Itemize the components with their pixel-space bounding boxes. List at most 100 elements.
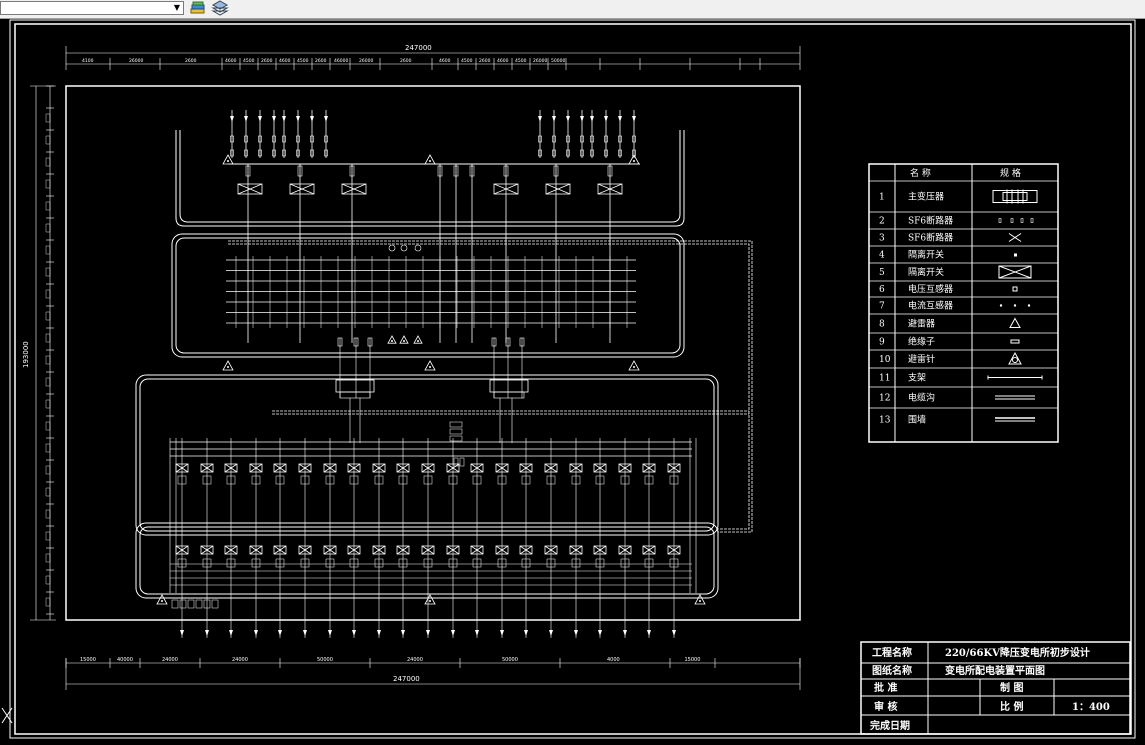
line-arrow bbox=[538, 116, 542, 122]
bottom-dim-label: 50000 bbox=[502, 657, 518, 663]
legend-row-name: 围墙 bbox=[908, 414, 926, 426]
scale-value: 1：400 bbox=[1072, 702, 1110, 713]
line-arrow bbox=[230, 116, 234, 122]
overall-width-label-bottom: 247000 bbox=[393, 675, 420, 683]
line-arrow bbox=[244, 116, 248, 122]
legend-row-name: 电流互感器 bbox=[908, 300, 953, 312]
top-dim-label: 4500 bbox=[515, 58, 527, 64]
legend-row-name: 绝缘子 bbox=[908, 336, 935, 348]
bottom-dim-label: 50000 bbox=[317, 657, 333, 663]
transformer-symbol bbox=[992, 189, 1038, 204]
three-dots-symbol bbox=[999, 304, 1031, 307]
project-name-label: 工程名称 bbox=[872, 646, 912, 659]
line-symbol bbox=[987, 375, 1043, 380]
bottom-dim-label: 15000 bbox=[685, 657, 701, 663]
top-dim-label: 26000 bbox=[533, 58, 547, 64]
outgoing-arrow bbox=[254, 630, 258, 636]
layer-combo-box[interactable]: ▼ bbox=[0, 1, 184, 15]
outgoing-arrow bbox=[647, 630, 651, 636]
top-dim-label: 2600 bbox=[185, 58, 197, 64]
outgoing-arrow bbox=[549, 630, 553, 636]
substation-equipment bbox=[156, 110, 706, 638]
completion-date-label: 完成日期 bbox=[870, 719, 910, 732]
outgoing-arrow bbox=[598, 630, 602, 636]
layer-states-icon[interactable] bbox=[189, 0, 207, 16]
scale-label: 比 例 bbox=[1000, 700, 1023, 713]
legend-row-number: 5 bbox=[879, 268, 885, 278]
approve-label: 批 准 bbox=[874, 681, 897, 694]
lightning-rod-symbol bbox=[413, 335, 423, 344]
line-arrow bbox=[552, 116, 556, 122]
top-dim-labels: 4100 26000 2600 4600 4500 2600 4600 4500 2600 460… bbox=[82, 58, 565, 64]
legend-row-number: 10 bbox=[879, 355, 891, 365]
legend-row-name: 支架 bbox=[908, 372, 926, 384]
small-structure bbox=[449, 428, 463, 435]
voltage-transformer bbox=[400, 244, 408, 252]
overall-width-label: 247000 bbox=[405, 44, 432, 52]
top-dim-label: 2600 bbox=[261, 58, 273, 64]
legend-row-name: 隔离开关 bbox=[908, 266, 944, 278]
outgoing-arrow bbox=[574, 630, 578, 636]
legend-row-name: SF6断路器 bbox=[908, 232, 953, 244]
lower-yard-outline bbox=[135, 374, 719, 599]
voltage-transformer bbox=[388, 244, 396, 252]
top-dim-label: 4600 bbox=[225, 58, 237, 64]
outgoing-arrow bbox=[401, 630, 405, 636]
outgoing-arrow bbox=[500, 630, 504, 636]
bottom-dim-label: 24000 bbox=[162, 657, 178, 663]
line-arrow bbox=[566, 116, 570, 122]
outgoing-arrow bbox=[672, 630, 676, 636]
top-dim-label: 4600 bbox=[497, 58, 509, 64]
outgoing-arrow bbox=[524, 630, 528, 636]
top-dim-label: 46000 bbox=[334, 58, 348, 64]
insulator-symbol bbox=[1010, 339, 1020, 344]
lightning-rod-symbol bbox=[387, 335, 397, 344]
small-square-symbol bbox=[1012, 286, 1018, 292]
outgoing-arrow bbox=[328, 630, 332, 636]
lightning-rod-symbol bbox=[694, 594, 706, 605]
aux-equipment bbox=[179, 599, 187, 609]
lightning-rod-symbol bbox=[628, 360, 640, 371]
legend-row-number: 13 bbox=[879, 416, 891, 426]
bottom-dim-label: 40000 bbox=[117, 657, 133, 663]
drawn-by-label: 制 图 bbox=[1000, 681, 1023, 694]
voltage-transformer bbox=[414, 244, 422, 252]
legend-row-number: 6 bbox=[879, 285, 885, 295]
legend-row-number: 4 bbox=[879, 251, 885, 261]
outgoing-arrow bbox=[278, 630, 282, 636]
top-dim-label: 2600 bbox=[479, 58, 491, 64]
outgoing-arrow bbox=[205, 630, 209, 636]
line-arrow bbox=[272, 116, 276, 122]
wall-symbol bbox=[995, 417, 1035, 422]
legend-row-number: 9 bbox=[879, 338, 885, 348]
lightning-rod-symbol bbox=[222, 360, 234, 371]
outgoing-arrow bbox=[229, 630, 233, 636]
aux-equipment bbox=[187, 599, 195, 609]
layer-stack-icon[interactable] bbox=[211, 0, 229, 16]
line-arrow bbox=[258, 116, 262, 122]
top-dim-label: 26000 bbox=[129, 58, 143, 64]
legend-row-name: 电压互感器 bbox=[908, 283, 953, 295]
transformer-base bbox=[339, 391, 371, 399]
small-structure bbox=[449, 421, 463, 428]
chevron-down-icon[interactable]: ▼ bbox=[171, 2, 183, 14]
line-arrow bbox=[618, 116, 622, 122]
legend-row-name: 电缆沟 bbox=[908, 392, 935, 404]
bottom-dim-label: 24000 bbox=[232, 657, 248, 663]
line-arrow bbox=[580, 116, 584, 122]
review-label: 审 核 bbox=[874, 700, 897, 713]
breaker-dots-symbol bbox=[998, 218, 1034, 223]
cad-drawing-canvas[interactable]: 247000 4100 26000 2600 4600 4500 2600 4600 4500… bbox=[0, 18, 1145, 741]
overall-height-label: 193000 bbox=[22, 341, 30, 368]
lightning-rod-symbol bbox=[399, 335, 409, 344]
line-arrow bbox=[590, 116, 594, 122]
bottom-dim-labels: 15000 40000 24000 24000 50000 24000 50000 4000 1… bbox=[80, 657, 700, 663]
bottom-dim-label: 4000 bbox=[607, 657, 620, 663]
aux-equipment bbox=[211, 599, 219, 609]
outgoing-arrow bbox=[180, 630, 184, 636]
legend-header-name: 名 称 bbox=[910, 167, 931, 179]
lightning-rod-symbol bbox=[424, 360, 436, 371]
line-arrow bbox=[632, 116, 636, 122]
main-transformer bbox=[335, 379, 375, 393]
left-dimensions bbox=[30, 85, 56, 621]
